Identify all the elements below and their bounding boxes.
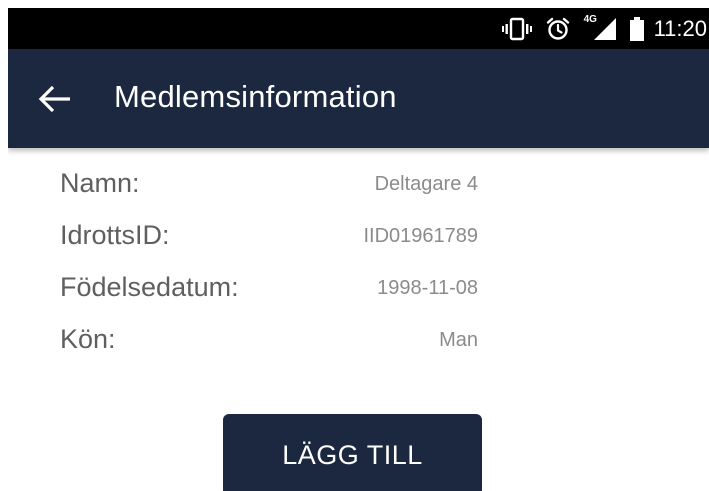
idrottsid-value: IID01961789 bbox=[363, 225, 478, 247]
gender-label: Kön: bbox=[60, 324, 116, 354]
name-label: Namn: bbox=[60, 168, 140, 198]
info-row-birthdate: Födelsedatum: 1998-11-08 bbox=[8, 272, 709, 324]
name-value: Deltagare 4 bbox=[374, 173, 478, 195]
battery-icon bbox=[629, 16, 644, 41]
info-row-name: Namn: Deltagare 4 bbox=[8, 168, 709, 220]
gender-value: Man bbox=[439, 329, 478, 351]
info-row-idrottsid: IdrottsID: IID01961789 bbox=[8, 220, 709, 272]
vibrate-icon bbox=[501, 17, 532, 41]
idrottsid-label: IdrottsID: bbox=[60, 220, 170, 250]
app-bar: Medlemsinformation bbox=[8, 49, 709, 148]
arrow-back-icon bbox=[38, 85, 70, 113]
signal-4g-icon: 4G bbox=[584, 14, 618, 42]
info-row-gender: Kön: Man bbox=[8, 324, 709, 376]
birthdate-label: Födelsedatum: bbox=[60, 272, 239, 302]
back-button[interactable] bbox=[38, 83, 72, 115]
status-icons: 4G 11:20 bbox=[501, 8, 709, 49]
page-title: Medlemsinformation bbox=[114, 79, 397, 114]
alarm-icon bbox=[546, 17, 570, 41]
screen: 4G 11:20 Medlemsinformation Namn: Deltag… bbox=[8, 8, 709, 491]
add-button[interactable]: LÄGG TILL bbox=[223, 414, 482, 491]
status-time: 11:20 bbox=[653, 15, 707, 41]
status-bar: 4G 11:20 bbox=[8, 8, 709, 49]
birthdate-value: 1998-11-08 bbox=[377, 277, 478, 299]
